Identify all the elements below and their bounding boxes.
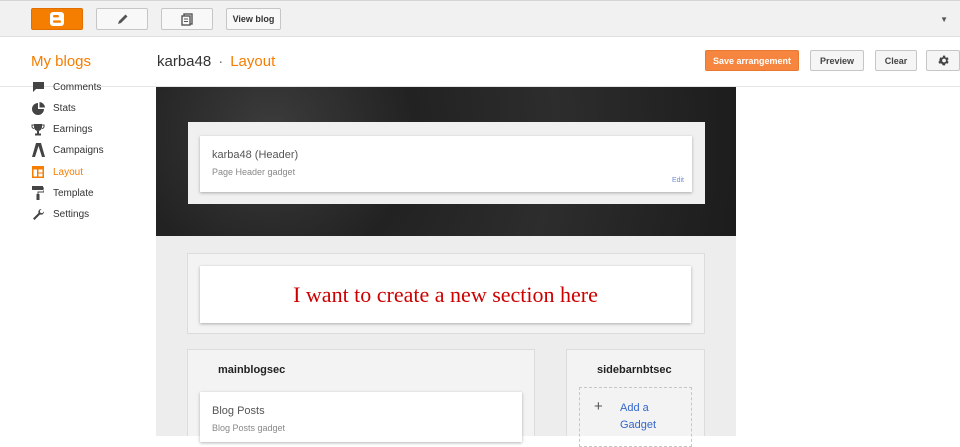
sidebar-item-label: Earnings bbox=[53, 123, 93, 135]
sidebar-item-label: Template bbox=[53, 187, 94, 199]
sidebar-item-comments[interactable]: Comments bbox=[30, 78, 101, 96]
paint-roller-icon bbox=[30, 186, 46, 200]
gadget-type: Page Header gadget bbox=[212, 167, 296, 177]
annotation-text: I want to create a new section here bbox=[293, 281, 598, 307]
posts-icon bbox=[180, 12, 193, 26]
layout-canvas: karba48 (Header) Page Header gadget Edit… bbox=[156, 87, 736, 447]
pencil-icon bbox=[117, 14, 127, 24]
sidebar-item-label: Layout bbox=[53, 166, 84, 178]
gadget-title: karba48 (Header) bbox=[212, 149, 299, 161]
breadcrumb-separator: · bbox=[218, 53, 224, 70]
page-title: Layout bbox=[230, 53, 276, 70]
sidebar-item-label: Campaigns bbox=[53, 144, 104, 156]
edit-gadget-link[interactable]: Edit bbox=[672, 177, 684, 184]
plus-icon: + bbox=[594, 398, 603, 415]
pie-chart-icon bbox=[30, 101, 46, 115]
my-blogs-link[interactable]: My blogs bbox=[31, 53, 91, 70]
new-post-button[interactable] bbox=[96, 8, 148, 30]
sidebar-section: sidebarnbtsec + Add a Gadget bbox=[566, 349, 705, 447]
blog-name[interactable]: karba48 bbox=[157, 53, 211, 70]
trophy-icon bbox=[30, 122, 46, 136]
sidebar-item-campaigns[interactable]: Campaigns bbox=[30, 141, 104, 159]
wrench-icon bbox=[30, 207, 46, 221]
blog-posts-gadget[interactable]: Blog Posts Blog Posts gadget bbox=[200, 392, 522, 442]
settings-gear-button[interactable] bbox=[926, 50, 960, 71]
sidebar-item-label: Settings bbox=[53, 208, 90, 220]
sidebar-item-label: Comments bbox=[53, 81, 102, 93]
top-toolbar: View blog ▼ bbox=[0, 0, 960, 37]
add-gadget-label[interactable]: Add a Gadget bbox=[620, 400, 670, 434]
annotation-card: I want to create a new section here bbox=[200, 266, 691, 323]
sidebar-nav: Comments Stats Earnings Campaigns Layout… bbox=[0, 82, 156, 436]
gadget-type: Blog Posts gadget bbox=[212, 423, 286, 433]
sidebar-item-template[interactable]: Template bbox=[30, 184, 94, 202]
layout-icon bbox=[30, 165, 46, 179]
new-section-placeholder: I want to create a new section here bbox=[187, 253, 705, 334]
campaign-icon bbox=[30, 143, 46, 157]
preview-button[interactable]: Preview bbox=[810, 50, 864, 71]
header-gadget[interactable]: karba48 (Header) Page Header gadget Edit bbox=[200, 136, 692, 192]
sidebar-item-settings[interactable]: Settings bbox=[30, 205, 89, 223]
header-background-image: karba48 (Header) Page Header gadget Edit bbox=[156, 87, 736, 236]
header-section: karba48 (Header) Page Header gadget Edit bbox=[188, 122, 705, 204]
sidebar-item-label: Stats bbox=[53, 102, 76, 114]
blogger-logo-icon bbox=[50, 12, 64, 26]
posts-list-button[interactable] bbox=[161, 8, 213, 30]
add-gadget-button[interactable]: + Add a Gadget bbox=[579, 387, 692, 447]
save-arrangement-button[interactable]: Save arrangement bbox=[705, 50, 799, 71]
view-blog-button[interactable]: View blog bbox=[226, 8, 281, 30]
gadget-title: Blog Posts bbox=[212, 405, 265, 417]
main-blog-section: mainblogsec Blog Posts Blog Posts gadget bbox=[187, 349, 535, 442]
breadcrumb: karba48 · Layout bbox=[157, 53, 275, 70]
clear-button[interactable]: Clear bbox=[875, 50, 917, 71]
page-header: My blogs karba48 · Layout Save arrangement… bbox=[0, 37, 960, 87]
section-title: mainblogsec bbox=[218, 364, 286, 376]
sidebar-item-earnings[interactable]: Earnings bbox=[30, 120, 92, 138]
caret-down-icon[interactable]: ▼ bbox=[940, 15, 948, 24]
comment-icon bbox=[30, 80, 46, 94]
sidebar-item-stats[interactable]: Stats bbox=[30, 99, 76, 117]
gear-icon bbox=[937, 55, 949, 66]
section-title: sidebarnbtsec bbox=[597, 364, 672, 376]
sidebar-item-layout[interactable]: Layout bbox=[30, 163, 83, 181]
blogger-home-button[interactable] bbox=[31, 8, 83, 30]
